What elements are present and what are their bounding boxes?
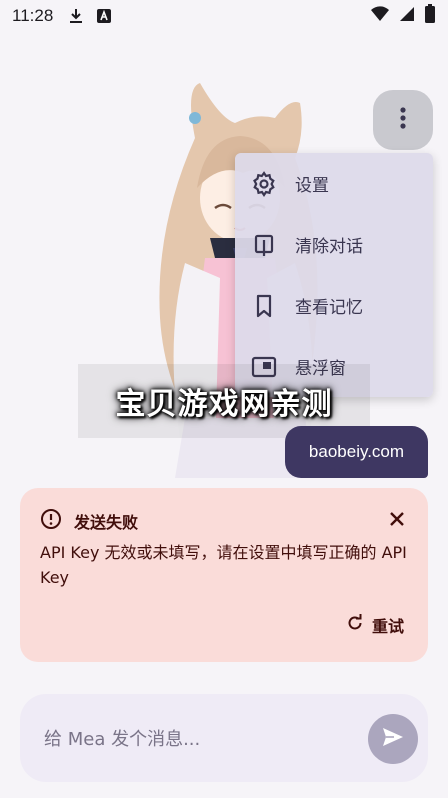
wifi-icon (370, 5, 390, 27)
send-icon (381, 725, 405, 753)
error-message: API Key 无效或未填写，请在设置中填写正确的 API Key (40, 543, 407, 587)
message-input[interactable] (44, 724, 344, 754)
a-letter-icon (95, 7, 113, 25)
close-error-button[interactable] (386, 508, 408, 530)
error-icon (40, 508, 62, 534)
more-options-button[interactable] (373, 90, 433, 150)
more-vert-icon (399, 106, 407, 134)
options-menu: 设置 清除对话 查看记忆 悬浮窗 (235, 153, 433, 397)
retry-label: 重试 (371, 617, 404, 636)
gear-icon (251, 170, 277, 197)
error-card: 发送失败 API Key 无效或未填写，请在设置中填写正确的 API Key 重… (20, 488, 428, 662)
menu-item-label: 查看记忆 (295, 298, 363, 318)
menu-item-label: 设置 (295, 176, 329, 196)
menu-item-settings[interactable]: 设置 (235, 153, 433, 214)
refresh-icon (346, 614, 364, 636)
status-bar: 11:28 (0, 0, 448, 32)
send-button[interactable] (368, 714, 418, 764)
menu-item-view-memory[interactable]: 查看记忆 (235, 275, 433, 336)
retry-button[interactable]: 重试 (346, 612, 404, 638)
bookmark-icon (251, 293, 277, 319)
menu-item-label: 清除对话 (295, 237, 363, 257)
message-composer (20, 694, 428, 782)
signal-icon (398, 5, 416, 27)
download-icon (67, 7, 85, 25)
site-label-text: baobeiy.com (308, 442, 405, 461)
site-label-bubble: baobeiy.com (285, 426, 428, 478)
battery-icon (424, 4, 436, 28)
error-header: 发送失败 (40, 508, 138, 534)
error-title: 发送失败 (74, 513, 139, 532)
menu-item-clear-chat[interactable]: 清除对话 (235, 214, 433, 275)
watermark-text: 宝贝游戏网亲测 (115, 387, 333, 422)
clear-chat-icon (251, 232, 277, 258)
status-time: 11:28 (12, 6, 54, 25)
close-icon (386, 508, 408, 530)
